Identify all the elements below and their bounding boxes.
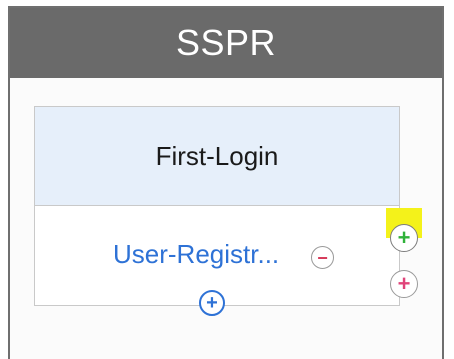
add-step-below-button[interactable]: + xyxy=(199,290,225,316)
card-title: First-Login xyxy=(35,107,399,206)
plus-circle-icon: + xyxy=(397,271,411,296)
add-step-green-button[interactable]: + xyxy=(390,224,418,252)
plus-circle-icon: + xyxy=(206,292,218,314)
canvas: SSPR First-Login User-Registr... − + + + xyxy=(0,0,454,359)
plus-circle-icon: + xyxy=(397,225,411,250)
first-login-card: First-Login User-Registr... − + xyxy=(34,106,400,316)
remove-step-button[interactable]: − xyxy=(311,246,334,269)
user-registration-link[interactable]: User-Registr... xyxy=(113,239,279,270)
add-step-pink-button[interactable]: + xyxy=(390,270,418,298)
card-body: User-Registr... − + xyxy=(35,206,399,316)
panel-title: SSPR xyxy=(10,8,442,78)
minus-circle-icon: − xyxy=(317,247,328,268)
